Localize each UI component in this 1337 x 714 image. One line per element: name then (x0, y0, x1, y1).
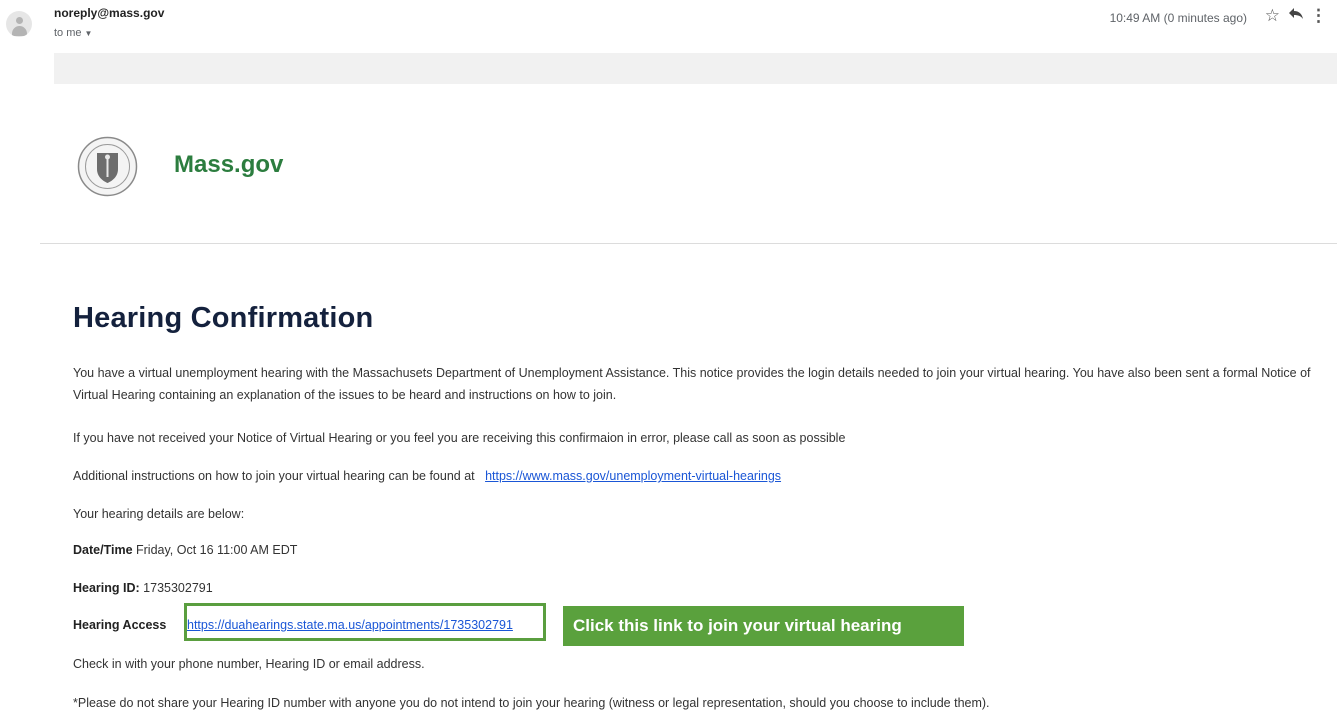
instructions-paragraph: Additional instructions on how to join y… (73, 465, 781, 487)
email-title: Hearing Confirmation (73, 302, 374, 334)
more-vert-icon[interactable]: ⋮ (1310, 6, 1327, 26)
massachusetts-seal-logo (77, 136, 138, 197)
email-header: noreply@mass.gov to me ▼ 10:49 AM (0 minu… (0, 0, 1337, 52)
avatar-icon[interactable] (6, 11, 32, 37)
details-intro: Your hearing details are below: (73, 507, 245, 521)
recipient-label: to me (54, 27, 82, 39)
datetime-label: Date/Time (73, 543, 133, 557)
intro-paragraph: You have a virtual unemployment hearing … (73, 366, 1311, 402)
instructions-link[interactable]: https://www.mass.gov/unemployment-virtua… (485, 469, 781, 483)
recipient-dropdown[interactable]: to me ▼ (54, 27, 92, 39)
hearing-id-row: Hearing ID: 1735302791 (73, 577, 213, 599)
brand-name[interactable]: Mass.gov (174, 151, 283, 179)
reply-icon[interactable] (1288, 6, 1304, 26)
datetime-row: Date/Time Friday, Oct 16 11:00 AM EDT (73, 539, 297, 561)
hearing-id-value: 1735302791 (143, 581, 213, 595)
hearing-access-label: Hearing Access (73, 618, 167, 632)
hearing-access-link[interactable]: https://duahearings.state.ma.us/appointm… (187, 614, 513, 636)
checkin-text: Check in with your phone number, Hearing… (73, 657, 425, 671)
error-notice-paragraph: If you have not received your Notice of … (73, 431, 846, 445)
chevron-down-icon[interactable]: ▼ (85, 29, 93, 38)
warning-text: *Please do not share your Hearing ID num… (73, 696, 990, 710)
timestamp: 10:49 AM (0 minutes ago) (1109, 11, 1247, 25)
hearing-id-label: Hearing ID: (73, 581, 140, 595)
instructions-text: Additional instructions on how to join y… (73, 469, 475, 483)
section-divider (40, 243, 1337, 244)
hearing-access-row: Hearing Access (73, 614, 166, 636)
star-icon[interactable]: ☆ (1265, 6, 1280, 26)
datetime-value: Friday, Oct 16 11:00 AM EDT (136, 543, 298, 557)
sender-address[interactable]: noreply@mass.gov (54, 6, 164, 20)
email-banner-strip (54, 53, 1337, 84)
join-callout-banner: Click this link to join your virtual hea… (563, 606, 964, 646)
